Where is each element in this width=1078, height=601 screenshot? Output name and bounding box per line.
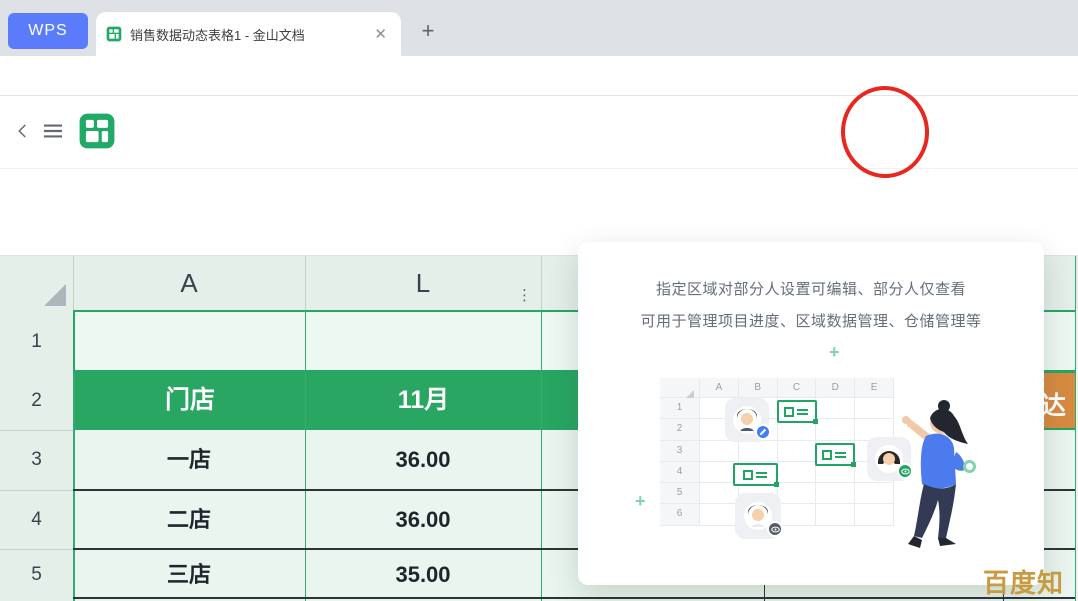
editable-range-box	[815, 443, 855, 466]
new-tab-button[interactable]: +	[414, 18, 442, 46]
editor-avatar-bubble	[725, 398, 769, 442]
row-header-2[interactable]: 2	[0, 373, 73, 428]
sparkle-icon: +	[635, 491, 646, 512]
watermark: 百度知道	[983, 563, 1078, 601]
ring-decoration	[963, 460, 976, 473]
collaboration-feature-popup: 指定区域对部分人设置可编辑、部分人仅查看 可用于管理项目进度、区域数据管理、仓储…	[578, 242, 1044, 585]
cell-A3[interactable]: 一店	[73, 430, 305, 490]
edit-pencil-badge	[755, 424, 771, 440]
view-eye-badge	[897, 463, 913, 479]
browser-nav-bar: https://www.kdocs.cn/p/145779251323?pcEn…	[0, 56, 1078, 96]
cell-O2-partial-text: 达	[1041, 386, 1066, 422]
menu-hamburger-icon[interactable]	[42, 122, 64, 140]
column-more-icon[interactable]: ⋮	[517, 286, 532, 304]
app-back-icon[interactable]	[14, 122, 32, 140]
popup-description-line1: 指定区域对部分人设置可编辑、部分人仅查看	[578, 278, 1044, 299]
col-header-A[interactable]: A	[73, 256, 305, 310]
tab-close-icon[interactable]: ✕	[370, 25, 391, 43]
editable-range-box	[777, 400, 817, 423]
tab-title: 销售数据动态表格1 - 金山文档	[130, 25, 370, 44]
spreadsheet-app-icon	[78, 112, 116, 150]
cell-L2[interactable]: 11月	[306, 373, 541, 428]
cell-L4[interactable]: 36.00	[305, 490, 541, 549]
permission-toolbar: 列权限 区域权限 文档定稿	[0, 168, 1078, 225]
app-header: 销售数据动态表格1 ☆ 我的文档 开始 插入 数据 公式 协作 视图 效率	[0, 96, 1078, 168]
row-header-5[interactable]: 5	[0, 549, 73, 601]
view-eye-badge	[767, 521, 783, 537]
select-all-corner[interactable]	[44, 284, 66, 306]
mini-corner-triangle	[686, 390, 694, 398]
viewer-avatar-bubble	[867, 437, 911, 481]
spreadsheet-doc-icon	[106, 26, 122, 42]
browser-tab[interactable]: 销售数据动态表格1 - 金山文档 ✕	[96, 12, 401, 56]
cell-A2[interactable]: 门店	[75, 373, 305, 428]
cell-A5[interactable]: 三店	[73, 549, 305, 601]
row-header-1[interactable]: 1	[0, 310, 73, 373]
cell-A4[interactable]: 二店	[73, 490, 305, 549]
col-header-L[interactable]: L	[305, 256, 541, 310]
cell-L5[interactable]: 35.00	[305, 549, 541, 601]
row-header-3[interactable]: 3	[0, 430, 73, 490]
browser-tab-strip: WPS 销售数据动态表格1 - 金山文档 ✕ +	[0, 0, 1078, 56]
sparkle-icon: +	[829, 342, 840, 363]
cell-L3[interactable]: 36.00	[305, 430, 541, 490]
row-header-4[interactable]: 4	[0, 490, 73, 549]
wps-button[interactable]: WPS	[8, 13, 88, 49]
popup-description-line2: 可用于管理项目进度、区域数据管理、仓储管理等	[578, 310, 1044, 331]
viewer-avatar-bubble	[735, 493, 781, 539]
editable-range-box	[733, 463, 778, 486]
